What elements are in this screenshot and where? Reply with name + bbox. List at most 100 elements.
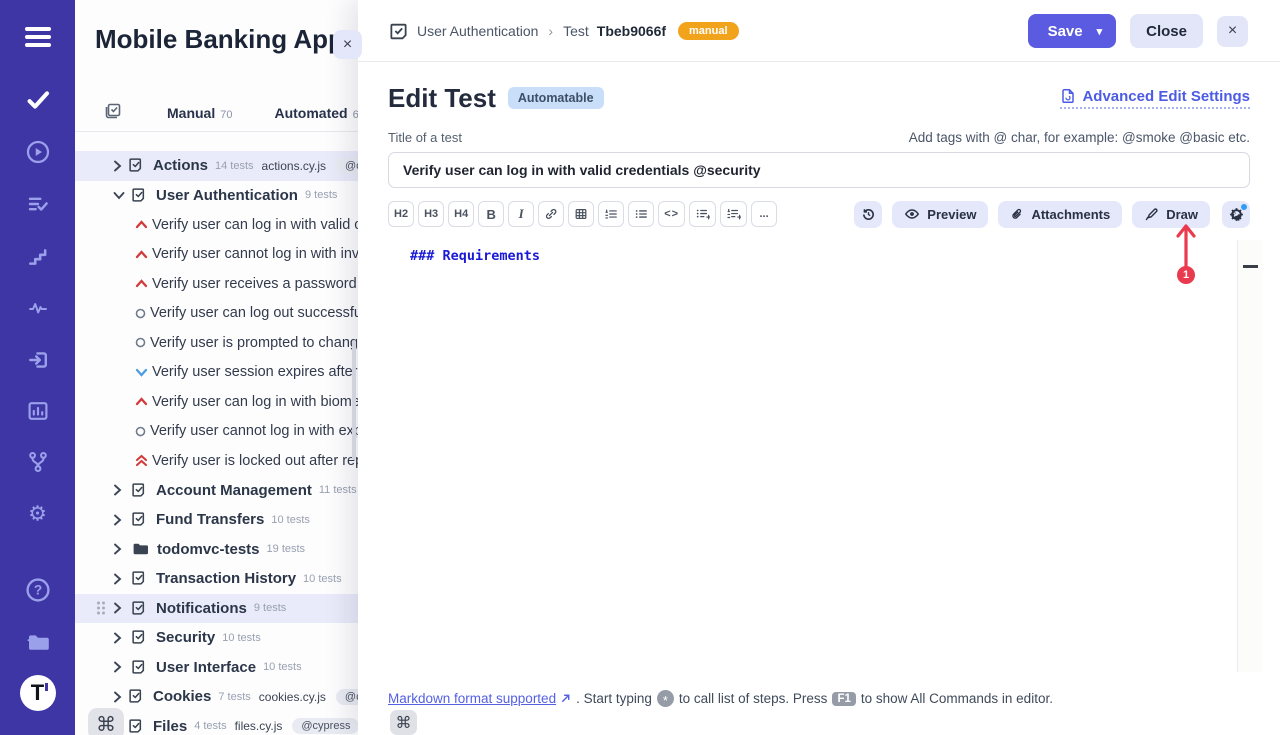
tree-test-row[interactable]: Verify user is prompted to change passwo… bbox=[75, 328, 358, 358]
advanced-edit-settings-link[interactable]: Advanced Edit Settings bbox=[1060, 88, 1250, 109]
ordered-list-button[interactable] bbox=[598, 201, 624, 227]
test-title: Verify user is locked out after repeated… bbox=[152, 453, 358, 469]
tree-suite-row[interactable]: Notifications 9 tests bbox=[75, 594, 358, 624]
tree-suite-row[interactable]: Cookies 7 tests cookies.cy.js@cypress bbox=[75, 682, 358, 712]
tree-test-row[interactable]: Verify user can log in with biometrics bbox=[75, 387, 358, 417]
tab-manual[interactable]: Manual 70 bbox=[167, 105, 232, 121]
file-settings-icon bbox=[1060, 88, 1076, 104]
help-icon[interactable]: ? bbox=[25, 577, 51, 603]
chevron-icon[interactable] bbox=[113, 514, 125, 526]
link-button[interactable] bbox=[538, 201, 564, 227]
tree-scrollbar[interactable] bbox=[352, 340, 356, 460]
italic-button[interactable]: I bbox=[508, 201, 534, 227]
test-title: Verify user receives a password reset em… bbox=[152, 276, 358, 292]
suite-label: User Authentication bbox=[156, 187, 298, 204]
code-button[interactable]: <> bbox=[658, 201, 685, 227]
table-button[interactable] bbox=[568, 201, 594, 227]
drag-handle-icon[interactable] bbox=[97, 602, 105, 615]
editor-minimap[interactable] bbox=[1237, 240, 1262, 672]
check-icon[interactable] bbox=[25, 88, 51, 112]
branch-icon[interactable] bbox=[26, 450, 50, 474]
heading-4-button[interactable]: H4 bbox=[448, 201, 474, 227]
editor-footer-hint: Markdown format supported . Start typing… bbox=[388, 690, 1250, 707]
tree-suite-row[interactable]: User Authentication 9 tests bbox=[75, 181, 358, 211]
attachments-button[interactable]: Attachments bbox=[998, 201, 1122, 228]
tree-suite-row[interactable]: Fund Transfers 10 tests bbox=[75, 505, 358, 535]
add-numbered-steps-button[interactable] bbox=[720, 201, 747, 227]
history-button[interactable] bbox=[854, 201, 882, 228]
suite-label: todomvc-tests bbox=[157, 541, 260, 558]
suite-label: Fund Transfers bbox=[156, 511, 264, 528]
chevron-icon[interactable] bbox=[113, 602, 125, 614]
reports-chart-icon[interactable] bbox=[26, 399, 50, 423]
breadcrumb-suite[interactable]: User Authentication bbox=[417, 23, 538, 39]
tree-test-row[interactable]: Verify user cannot log in with invalid c… bbox=[75, 240, 358, 270]
import-icon[interactable] bbox=[26, 348, 50, 372]
tree-suite-row[interactable]: Account Management 11 tests bbox=[75, 476, 358, 506]
tree-suite-row[interactable]: Actions 14 tests actions.cy.js@cypress bbox=[75, 151, 358, 181]
tab-automated[interactable]: Automated 62 bbox=[274, 105, 364, 121]
suite-label: Security bbox=[156, 629, 215, 646]
paperclip-icon bbox=[1010, 207, 1024, 222]
tree-test-row[interactable]: Verify user cannot log in with expired c… bbox=[75, 417, 358, 447]
test-tree-panel: Mobile Banking App Manual 70 Automated 6… bbox=[75, 0, 358, 735]
suite-test-count: 9 tests bbox=[305, 189, 337, 201]
suite-icon bbox=[131, 541, 149, 557]
projects-folder-icon[interactable] bbox=[24, 630, 52, 654]
tree-suite-row[interactable]: todomvc-tests 19 tests bbox=[75, 535, 358, 565]
test-title-input[interactable] bbox=[388, 152, 1250, 188]
menu-icon[interactable] bbox=[25, 27, 51, 47]
editor-settings-button[interactable] bbox=[1222, 201, 1250, 228]
bullet-list-button[interactable] bbox=[628, 201, 654, 227]
save-dropdown-caret-icon[interactable]: ▾ bbox=[1097, 25, 1103, 38]
chevron-icon[interactable] bbox=[113, 543, 125, 555]
editor-tools-group: Preview Attachments Draw bbox=[854, 201, 1250, 228]
heading-3-button[interactable]: H3 bbox=[418, 201, 444, 227]
editor-content[interactable]: ### Requirements bbox=[410, 248, 540, 264]
suite-icon bbox=[131, 482, 148, 499]
tree-test-row[interactable]: Verify user is locked out after repeated… bbox=[75, 446, 358, 476]
panel-close-icon[interactable]: × bbox=[333, 30, 362, 59]
close-button[interactable]: Close bbox=[1130, 14, 1203, 48]
tree-test-row[interactable]: Verify user can log in with valid creden… bbox=[75, 210, 358, 240]
format-buttons-group: H2H3H4BI <>... bbox=[388, 201, 777, 227]
preview-button[interactable]: Preview bbox=[892, 201, 988, 228]
pulse-analytics-icon[interactable] bbox=[25, 298, 50, 318]
app-logo[interactable]: T bbox=[20, 675, 56, 711]
chevron-icon[interactable] bbox=[113, 160, 122, 172]
chevron-icon[interactable] bbox=[113, 661, 125, 673]
test-plans-icon[interactable] bbox=[25, 193, 50, 216]
tree-test-row[interactable]: Verify user session expires after inacti… bbox=[75, 358, 358, 388]
chevron-icon[interactable] bbox=[113, 191, 125, 200]
external-link-icon bbox=[560, 693, 571, 704]
tree-suite-row[interactable]: User Interface 10 tests bbox=[75, 653, 358, 683]
markdown-editor[interactable]: ### Requirements bbox=[358, 240, 1280, 675]
markdown-format-link[interactable]: Markdown format supported bbox=[388, 691, 571, 706]
heading-2-button[interactable]: H2 bbox=[388, 201, 414, 227]
suite-icon bbox=[131, 629, 148, 646]
tree-test-row[interactable]: Verify user receives a password reset em… bbox=[75, 269, 358, 299]
close-x-icon[interactable]: × bbox=[1217, 16, 1248, 47]
chevron-icon[interactable] bbox=[113, 691, 122, 703]
tree-suite-row[interactable]: Security 10 tests bbox=[75, 623, 358, 653]
suite-label: User Interface bbox=[156, 659, 256, 676]
star-key-badge: * bbox=[657, 690, 674, 707]
test-title: Verify user is prompted to change passwo… bbox=[150, 335, 358, 351]
tree-test-row[interactable]: Verify user can log out successfully bbox=[75, 299, 358, 329]
steps-icon[interactable] bbox=[26, 246, 50, 268]
chevron-icon[interactable] bbox=[113, 573, 125, 585]
chevron-icon[interactable] bbox=[113, 632, 125, 644]
notification-dot bbox=[1241, 204, 1247, 210]
add-bullet-steps-button[interactable] bbox=[689, 201, 716, 227]
svg-text:?: ? bbox=[33, 583, 41, 598]
draw-button[interactable]: Draw bbox=[1132, 201, 1210, 228]
suite-test-count: 9 tests bbox=[254, 602, 286, 614]
more-button[interactable]: ... bbox=[751, 201, 777, 227]
bold-button[interactable]: B bbox=[478, 201, 504, 227]
runs-play-icon[interactable] bbox=[25, 140, 50, 165]
save-button[interactable]: Save ▾ bbox=[1028, 14, 1117, 48]
suite-file-name: actions.cy.js bbox=[262, 159, 326, 173]
chevron-icon[interactable] bbox=[113, 484, 125, 496]
settings-gear-icon[interactable]: ⚙ bbox=[28, 504, 47, 525]
tree-suite-row[interactable]: Transaction History 10 tests bbox=[75, 564, 358, 594]
